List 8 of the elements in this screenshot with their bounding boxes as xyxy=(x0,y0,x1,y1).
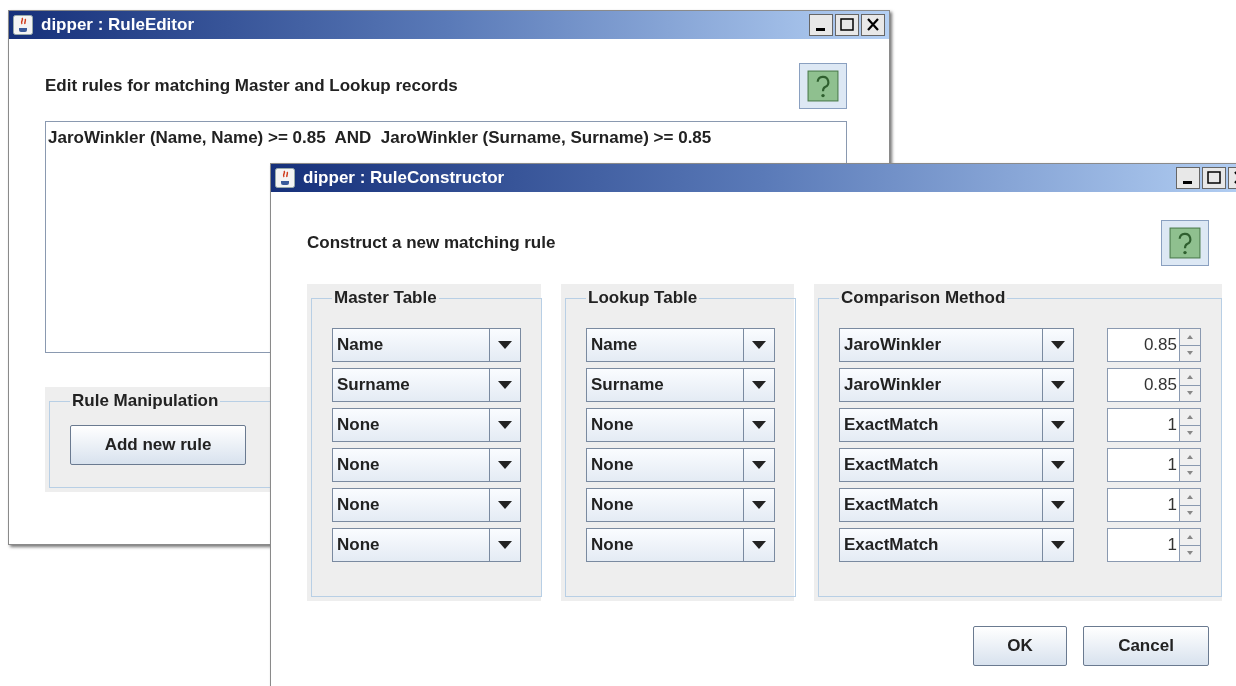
panel-title: Lookup Table xyxy=(587,288,699,308)
panel-title: Comparison Method xyxy=(840,288,1007,308)
window-title: dipper : RuleConstructor xyxy=(303,168,506,188)
heading: Construct a new matching rule xyxy=(307,233,556,253)
window-title: dipper : RuleEditor xyxy=(41,15,195,35)
heading: Edit rules for matching Master and Lookup records xyxy=(45,76,458,96)
panel-title: Rule Manipulation xyxy=(71,391,220,411)
panel-title: Master Table xyxy=(333,288,438,308)
